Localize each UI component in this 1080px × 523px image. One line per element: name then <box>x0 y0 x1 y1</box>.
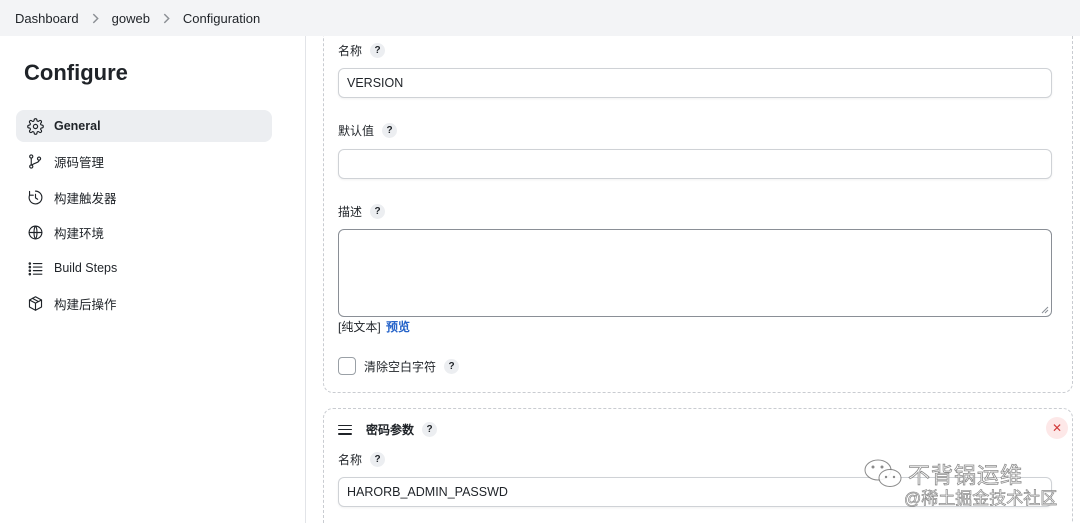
description-textarea[interactable] <box>338 229 1052 317</box>
help-icon[interactable]: ? <box>370 204 386 219</box>
sidebar-item-triggers[interactable]: 构建触发器 <box>16 181 272 213</box>
breadcrumb: Dashboard goweb Configuration <box>0 0 1080 36</box>
breadcrumb-job[interactable]: goweb <box>112 11 150 26</box>
breadcrumb-configuration[interactable]: Configuration <box>183 11 260 26</box>
preview-link[interactable]: 预览 <box>386 320 410 334</box>
trim-checkbox[interactable] <box>338 357 356 375</box>
name-label-row: 名称 ? <box>338 42 386 59</box>
password-parameter-card: 密码参数 ? ✕ 名称 ? <box>323 408 1073 523</box>
sidebar: Configure General 源码管理 构建触发器 构建环境 Build … <box>0 36 306 523</box>
sidebar-item-label: 构建触发器 <box>54 191 117 206</box>
page-title: Configure <box>24 60 128 85</box>
format-text: [纯文本] <box>338 320 381 334</box>
sidebar-item-label: 构建后操作 <box>54 298 117 313</box>
sidebar-nav: General 源码管理 构建触发器 构建环境 Build Steps 构建后操… <box>16 110 272 324</box>
main-content: 名称 ? 默认值 ? 描述 ? [纯文本] 预览 清除空白字符 ? 密 <box>307 36 1080 523</box>
password-name-input[interactable] <box>338 477 1052 507</box>
breadcrumb-dashboard[interactable]: Dashboard <box>15 11 79 26</box>
sidebar-item-general[interactable]: General <box>16 110 272 142</box>
description-label: 描述 <box>338 205 363 219</box>
help-icon[interactable]: ? <box>444 358 460 374</box>
name-label: 名称 <box>338 44 363 58</box>
password-parameter-title: 密码参数 <box>366 423 415 437</box>
sidebar-item-build-steps[interactable]: Build Steps <box>16 252 272 284</box>
default-value-label: 默认值 <box>338 124 375 138</box>
sidebar-item-label: Build Steps <box>54 261 118 276</box>
help-icon[interactable]: ? <box>370 43 386 58</box>
drag-handle-icon[interactable] <box>338 424 352 435</box>
chevron-right-icon <box>90 13 101 24</box>
sidebar-item-scm[interactable]: 源码管理 <box>16 146 272 178</box>
sidebar-item-label: 源码管理 <box>54 156 105 171</box>
delete-parameter-button[interactable]: ✕ <box>1046 417 1068 439</box>
sidebar-item-environment[interactable]: 构建环境 <box>16 217 272 249</box>
resize-handle-icon[interactable] <box>1041 306 1049 314</box>
clock-icon <box>26 188 44 206</box>
sidebar-item-label: 构建环境 <box>54 227 105 242</box>
trim-row: 清除空白字符 ? <box>338 357 460 375</box>
password-name-label-row: 名称 ? <box>338 451 386 468</box>
string-parameter-card: 名称 ? 默认值 ? 描述 ? [纯文本] 预览 清除空白字符 ? <box>323 36 1073 393</box>
sidebar-item-label: General <box>54 119 101 133</box>
name-input[interactable] <box>338 68 1052 98</box>
list-icon <box>26 259 44 277</box>
gear-icon <box>26 117 44 135</box>
password-name-label: 名称 <box>338 453 363 467</box>
help-icon[interactable]: ? <box>382 123 398 138</box>
trim-label: 清除空白字符 <box>364 359 437 374</box>
description-label-row: 描述 ? <box>338 203 386 220</box>
help-icon[interactable]: ? <box>370 452 386 467</box>
help-icon[interactable]: ? <box>422 422 438 437</box>
branch-icon <box>26 153 44 171</box>
default-value-label-row: 默认值 ? <box>338 122 398 139</box>
chevron-right-icon <box>161 13 172 24</box>
password-parameter-header: 密码参数 ? <box>338 421 438 438</box>
default-value-input[interactable] <box>338 149 1052 179</box>
globe-icon <box>26 224 44 242</box>
format-row: [纯文本] 预览 <box>338 318 410 335</box>
package-icon <box>26 295 44 313</box>
sidebar-item-post-build[interactable]: 构建后操作 <box>16 288 272 320</box>
